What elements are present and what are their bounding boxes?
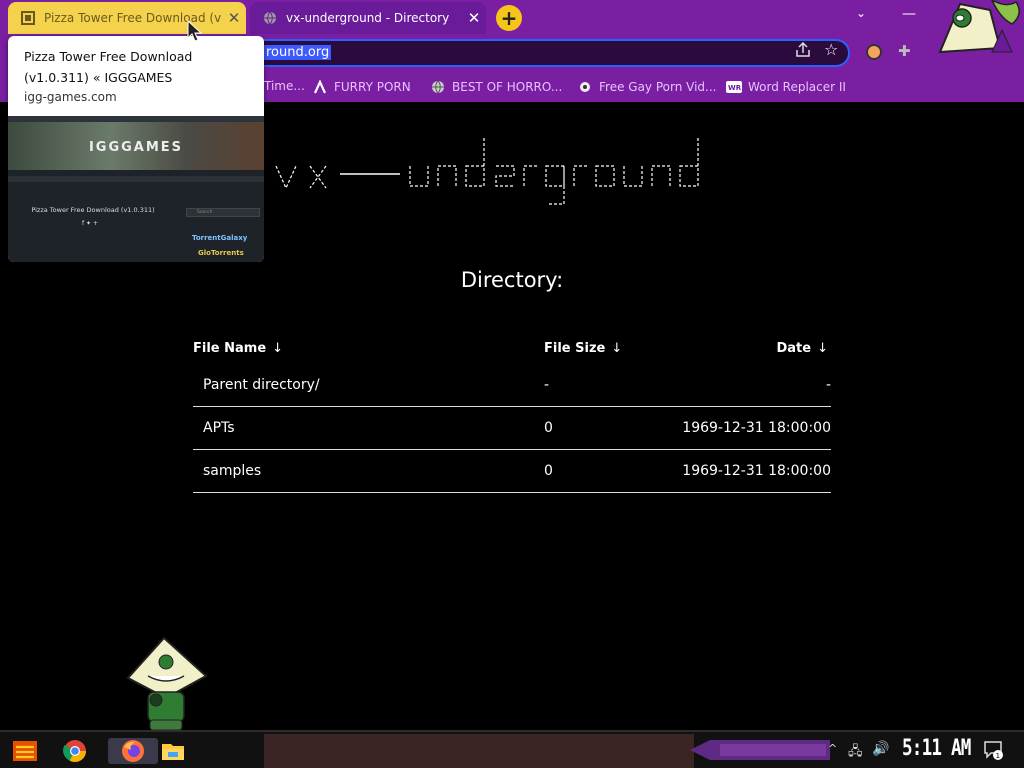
preview-glotorrents-logo: GloTorrents	[198, 249, 244, 257]
svg-text:WR: WR	[728, 84, 742, 92]
globe-icon	[430, 79, 446, 95]
table-row[interactable]: samples 0 1969-12-31 18:00:00	[193, 450, 831, 493]
network-icon[interactable]: 🖧	[848, 742, 863, 764]
file-name-link[interactable]: APTs	[203, 420, 235, 436]
igg-favicon-icon	[20, 10, 36, 26]
taskbar-clock[interactable]: 5:11 AM	[902, 736, 971, 761]
bookmark-label: FURRY PORN	[334, 80, 411, 94]
preview-brand: IGGGAMES	[88, 140, 184, 155]
hover-card-domain: igg-games.com	[24, 90, 117, 104]
url-text[interactable]: round.org	[264, 45, 332, 60]
tab-hover-card: Pizza Tower Free Download (v1.0.311) « I…	[8, 36, 264, 262]
column-header-date[interactable]: Date ↓	[776, 341, 828, 356]
table-row[interactable]: Parent directory/ - -	[193, 364, 831, 407]
peridot-mascot-bottom-icon	[126, 636, 208, 731]
vx-underground-ascii-banner	[275, 138, 699, 205]
preview-search-box: Search	[186, 208, 260, 217]
file-size: 0	[544, 420, 553, 436]
file-date: -	[825, 377, 831, 393]
tray-overflow-icon[interactable]: ^	[828, 742, 837, 755]
profile-avatar[interactable]	[866, 44, 882, 60]
file-name-link[interactable]: Parent directory/	[203, 377, 320, 393]
minimize-icon[interactable]: —	[902, 6, 916, 22]
taskbar-decoration	[690, 740, 830, 760]
sort-arrow-icon: ↓	[272, 341, 284, 356]
tab-search-icon[interactable]: ⌄	[856, 6, 870, 20]
tab-close-icon[interactable]: ✕	[222, 9, 246, 27]
file-size: -	[544, 377, 550, 393]
extensions-icon[interactable]: ✚	[898, 42, 911, 60]
tab-pizza-tower[interactable]: Pizza Tower Free Download (v1.0.311) « I…	[8, 2, 246, 34]
bookmark-star-icon[interactable]: ☆	[824, 40, 838, 59]
mouse-cursor-icon	[187, 20, 203, 42]
taskbar-wallpaper-strip	[264, 734, 694, 768]
preview-social-icons: f ✦ +	[82, 220, 98, 227]
start-icon[interactable]	[12, 738, 38, 764]
site-icon	[577, 79, 593, 95]
file-size: 0	[544, 463, 553, 479]
bookmark-label: Free Gay Porn Vid...	[599, 80, 717, 94]
bookmark-item[interactable]: Free Gay Porn Vid...	[577, 79, 716, 95]
globe-favicon-icon	[262, 10, 278, 26]
tab-strip: Pizza Tower Free Download (v1.0.311) « I…	[0, 0, 1024, 34]
sort-arrow-icon: ↓	[611, 341, 623, 356]
notification-count: 1	[996, 752, 1000, 760]
preview-menu	[8, 176, 264, 182]
share-icon[interactable]	[794, 41, 812, 59]
file-explorer-icon[interactable]	[160, 738, 186, 764]
bookmark-label: Time...	[264, 79, 305, 93]
notification-center-icon[interactable]: 1	[984, 740, 1004, 760]
bookmark-item[interactable]: WR Word Replacer II	[726, 79, 846, 95]
new-tab-button[interactable]: +	[496, 5, 522, 31]
bookmark-label: BEST OF HORRO...	[452, 80, 563, 94]
sort-arrow-icon: ↓	[817, 341, 828, 356]
file-date: 1969-12-31 18:00:00	[682, 463, 831, 479]
table-row[interactable]: APTs 0 1969-12-31 18:00:00	[193, 407, 831, 450]
bookmark-item[interactable]: FURRY PORN	[312, 79, 411, 95]
hover-card-title: Pizza Tower Free Download (v1.0.311) « I…	[24, 49, 193, 85]
column-header-file-size[interactable]: File Size ↓	[544, 341, 622, 356]
bookmark-item[interactable]: BEST OF HORRO...	[430, 79, 562, 95]
bookmark-item[interactable]: Time...	[264, 79, 305, 93]
file-name-link[interactable]: samples	[203, 463, 261, 479]
preview-page-title: Pizza Tower Free Download (v1.0.311)	[31, 206, 155, 214]
page-heading: Directory:	[460, 268, 564, 292]
wr-icon: WR	[726, 79, 742, 95]
taskbar: ^ 🖧 🔊 5:11 AM 1	[0, 730, 1024, 768]
address-bar[interactable]: round.org	[250, 39, 850, 67]
lambda-icon	[312, 79, 328, 95]
peridot-mascot-top-icon	[938, 0, 1020, 54]
preview-torrentgalaxy-logo: TorrentGalaxy	[192, 234, 248, 242]
tab-close-icon[interactable]: ✕	[462, 9, 486, 27]
firefox-icon[interactable]	[108, 738, 158, 764]
volume-icon[interactable]: 🔊	[872, 741, 889, 757]
file-date: 1969-12-31 18:00:00	[682, 420, 831, 436]
column-header-file-name[interactable]: File Name ↓	[193, 341, 283, 356]
bookmark-label: Word Replacer II	[748, 80, 846, 94]
hover-card-preview: IGGGAMES Pizza Tower Free Download (v1.0…	[8, 116, 264, 262]
tab-vx-underground[interactable]: vx-underground - Directory ✕	[250, 2, 486, 34]
tab-title: vx-underground - Directory	[286, 11, 450, 25]
chrome-icon[interactable]	[62, 738, 88, 764]
